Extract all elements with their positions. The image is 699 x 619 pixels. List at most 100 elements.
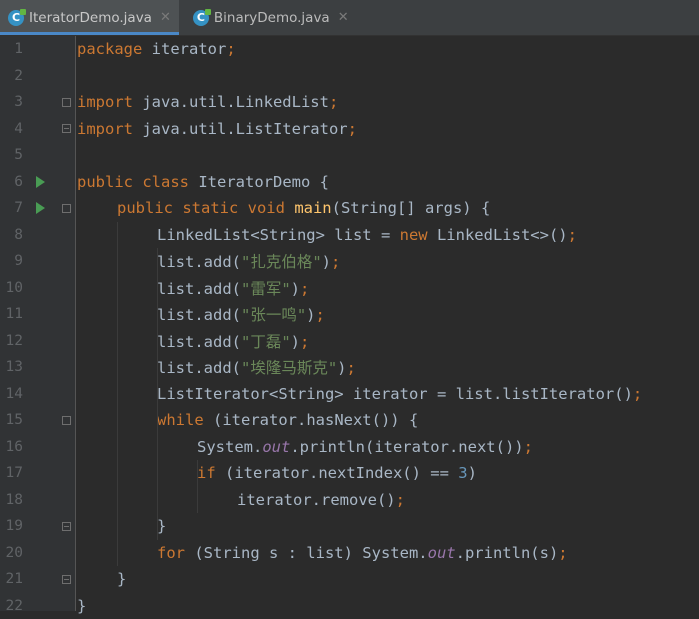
fold-icon[interactable]	[62, 522, 71, 531]
code-line[interactable]: 12list.add("丁磊");	[0, 328, 699, 355]
line-number: 13	[0, 359, 23, 375]
code-token: }	[157, 517, 166, 535]
code-line[interactable]: 17 if (iterator.nextIndex() == 3)	[0, 460, 699, 487]
code-token: ;	[524, 438, 533, 456]
run-icon[interactable]	[36, 202, 45, 214]
indent-guide	[157, 248, 158, 540]
code-token: LinkedList<String> list =	[157, 226, 400, 244]
code-line[interactable]: 1package iterator;	[0, 36, 699, 63]
code-line[interactable]: 15 while (iterator.hasNext()) {	[0, 407, 699, 434]
code-token: ;	[347, 359, 356, 377]
code-token: public static void	[117, 199, 294, 217]
java-class-icon: C	[193, 10, 209, 26]
code-text: }	[77, 597, 86, 615]
fold-icon[interactable]	[62, 98, 71, 107]
line-number: 16	[0, 439, 23, 455]
code-token: ;	[316, 306, 325, 324]
indent-guide	[117, 222, 118, 567]
code-token: ;	[396, 491, 405, 509]
code-line[interactable]: 8 LinkedList<String> list = new LinkedLis…	[0, 222, 699, 249]
code-token: )	[291, 333, 300, 351]
code-line[interactable]: 18iterator.remove();	[0, 487, 699, 514]
code-token: "雷军"	[241, 280, 291, 298]
code-token: }	[117, 570, 126, 588]
code-token: "扎克伯格"	[241, 253, 322, 271]
code-token: list.add(	[157, 280, 241, 298]
line-number: 11	[0, 306, 23, 322]
code-line[interactable]: 6public class IteratorDemo {	[0, 169, 699, 196]
code-token: ;	[558, 544, 567, 562]
line-number: 14	[0, 386, 23, 402]
fold-icon[interactable]	[62, 204, 71, 213]
fold-icon[interactable]	[62, 124, 71, 133]
run-icon[interactable]	[36, 176, 45, 188]
code-token: "张一鸣"	[241, 306, 306, 324]
code-line[interactable]: 16 System.out.println(iterator.next());	[0, 434, 699, 461]
code-text: }	[77, 570, 126, 588]
line-number: 19	[0, 518, 23, 534]
code-text: list.add("埃隆马斯克");	[77, 356, 356, 378]
tab-binary-demo[interactable]: C BinaryDemo.java ✕	[185, 0, 357, 35]
code-text: ListIterator<String> iterator = list.lis…	[77, 385, 642, 403]
fold-icon[interactable]	[62, 416, 71, 425]
code-text: list.add("丁磊");	[77, 330, 309, 352]
tab-label: IteratorDemo.java	[29, 10, 152, 26]
code-token: (iterator.hasNext()) {	[213, 411, 418, 429]
line-number: 15	[0, 412, 23, 428]
code-token: out	[262, 438, 290, 456]
code-token: ;	[633, 385, 642, 403]
code-text: iterator.remove();	[77, 491, 405, 509]
code-editor[interactable]: 1package iterator;23import java.util.Lin…	[0, 36, 699, 611]
code-token: "埃隆马斯克"	[241, 359, 337, 377]
code-line[interactable]: 19}	[0, 513, 699, 540]
line-number: 20	[0, 545, 23, 561]
code-token: .println(s)	[456, 544, 559, 562]
code-line[interactable]: 10list.add("雷军");	[0, 275, 699, 302]
code-text: public class IteratorDemo {	[77, 173, 329, 191]
code-text: while (iterator.hasNext()) {	[77, 411, 418, 429]
code-line[interactable]: 7public static void main(String[] args) …	[0, 195, 699, 222]
editor-tab-bar: C IteratorDemo.java ✕ C BinaryDemo.java …	[0, 0, 699, 36]
code-line[interactable]: 2	[0, 63, 699, 90]
line-number: 17	[0, 465, 23, 481]
code-token: import	[77, 93, 142, 111]
fold-icon[interactable]	[62, 575, 71, 584]
code-line[interactable]: 22}	[0, 593, 699, 619]
code-token: package	[77, 40, 152, 58]
code-token: ;	[329, 93, 338, 111]
code-line[interactable]: 3import java.util.LinkedList;	[0, 89, 699, 116]
code-token: )	[468, 464, 477, 482]
code-token: ;	[348, 120, 357, 138]
indent-guide	[197, 460, 198, 513]
tab-iterator-demo[interactable]: C IteratorDemo.java ✕	[0, 0, 179, 35]
close-icon[interactable]: ✕	[160, 10, 171, 25]
code-line[interactable]: 5	[0, 142, 699, 169]
code-line[interactable]: 21}	[0, 566, 699, 593]
code-text: if (iterator.nextIndex() == 3)	[77, 464, 477, 482]
code-token: while	[157, 411, 213, 429]
code-line[interactable]: 13 list.add("埃隆马斯克");	[0, 354, 699, 381]
line-number: 8	[0, 227, 23, 243]
line-number: 10	[0, 280, 23, 296]
code-text: import java.util.ListIterator;	[77, 120, 357, 138]
close-icon[interactable]: ✕	[338, 10, 349, 25]
code-text: System.out.println(iterator.next());	[77, 438, 533, 456]
line-number: 5	[0, 147, 23, 163]
code-token: )	[322, 253, 331, 271]
line-number: 1	[0, 41, 23, 57]
code-token: }	[77, 597, 86, 615]
code-line[interactable]: 20 for (String s : list) System.out.print…	[0, 540, 699, 567]
code-token: new	[400, 226, 437, 244]
code-line[interactable]: 9list.add("扎克伯格");	[0, 248, 699, 275]
code-token: )	[291, 280, 300, 298]
code-token: )	[306, 306, 315, 324]
code-token: import	[77, 120, 142, 138]
code-line[interactable]: 11 list.add("张一鸣");	[0, 301, 699, 328]
line-number: 3	[0, 94, 23, 110]
code-token: main	[294, 199, 331, 217]
code-text: for (String s : list) System.out.println…	[77, 544, 568, 562]
code-text: LinkedList<String> list = new LinkedList…	[77, 226, 577, 244]
code-line[interactable]: 14 ListIterator<String> iterator = list.l…	[0, 381, 699, 408]
code-token: list.add(	[157, 306, 241, 324]
code-line[interactable]: 4import java.util.ListIterator;	[0, 116, 699, 143]
